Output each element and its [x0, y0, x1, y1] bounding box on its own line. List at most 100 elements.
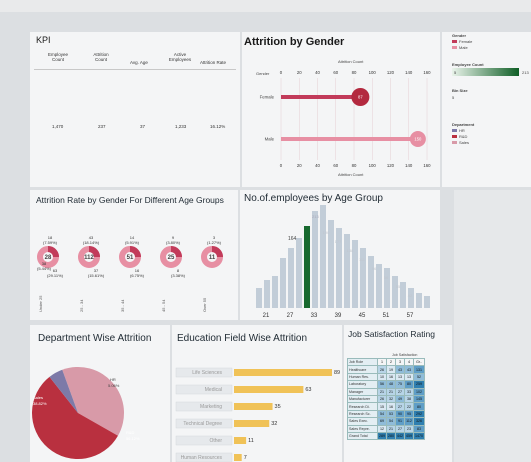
job-value-cell: 38 — [404, 394, 414, 404]
legend-sales-label: Sales — [459, 140, 470, 145]
job-value-cell: 289 — [377, 431, 387, 441]
job-role-cell: Human Res. — [347, 372, 378, 382]
gender-tick-bottom: 140 — [405, 163, 413, 168]
legend-male-label: Male — [459, 45, 468, 50]
gender-tick-top: 140 — [405, 70, 413, 75]
job-value-cell: 43 — [404, 365, 414, 374]
edu-bar — [234, 420, 270, 427]
emp-age-bar — [288, 248, 294, 308]
age-left-pct: (5.44%) — [37, 266, 52, 271]
kpi-header-employee-count: Employee Count — [47, 52, 68, 62]
emp-age-light-label: 190 — [323, 230, 330, 235]
job-value-cell: 54 — [377, 409, 387, 419]
gender-tick-bottom: 100 — [369, 163, 377, 168]
job-value-cell: 112 — [404, 417, 414, 426]
job-value-cell: 26 — [377, 365, 387, 374]
job-value-cell: 83 — [413, 424, 425, 433]
legend-rd-label: R&D — [459, 134, 468, 139]
emp-age-bar — [264, 280, 270, 308]
table-row: Research Sc. 54 53 90 95 292 — [347, 409, 425, 419]
job-value-cell: 27 — [395, 387, 405, 396]
emp-age-tick: 27 — [287, 313, 294, 319]
job-title: Job Satisfaction Rating — [348, 329, 435, 339]
emp-age-bar — [304, 226, 310, 308]
dept-pie-svg — [32, 367, 125, 459]
job-role-cell: Sales Repre. — [347, 424, 378, 433]
gender-tick-top: 60 — [333, 70, 338, 75]
job-role-cell: Research Di. — [347, 402, 378, 411]
emp-age-bar — [312, 211, 318, 308]
edu-field-label: Technical Degree — [183, 421, 222, 427]
edu-bar — [234, 437, 247, 444]
kpi-value-attrition-count: 237 — [98, 124, 106, 129]
kpi-value-employee-count: 1,470 — [52, 124, 64, 129]
dept-panel: Department Wise Attrition Sales 38.82% R… — [30, 325, 170, 462]
age-donut-center: 11 — [209, 255, 216, 261]
kpi-value-attrition-rate: 16.12% — [210, 124, 226, 129]
rd-swatch-icon — [452, 135, 457, 138]
edu-field-label: Other — [209, 438, 222, 444]
right-filler — [454, 190, 531, 462]
age-group-label: 25 - 34 — [79, 299, 84, 312]
edu-field-label: Medical — [205, 387, 222, 393]
gender-row-label: Female — [260, 95, 275, 100]
job-value-cell: 49 — [395, 394, 405, 404]
kpi-header-active-employees: Active Employees — [168, 52, 192, 62]
job-role-cell: Research Sc. — [347, 409, 378, 419]
legend-department-title: Department — [452, 122, 475, 127]
gender-tick-top: 120 — [387, 70, 395, 75]
job-role-cell: Grand Total — [347, 431, 378, 441]
job-value-cell: 80 — [404, 380, 414, 389]
emp-age-light-label: 56 — [384, 275, 389, 280]
top-bar — [0, 0, 531, 12]
edu-bar — [234, 369, 332, 376]
age-donut-center: 25 — [168, 255, 175, 261]
age-female-pct: (7.59%) — [43, 240, 58, 245]
emp-age-bar — [408, 288, 414, 308]
emp-age-light-label: 138 — [347, 248, 354, 253]
job-value-cell: 102 — [413, 387, 425, 396]
employee-count-gradient — [452, 68, 519, 76]
gender-tick-bottom: 0 — [280, 163, 283, 168]
gender-tick-bottom: 40 — [315, 163, 320, 168]
emp-age-peak-label: 213 — [312, 214, 319, 219]
job-table-header-row: Job Role 1 2 3 4 Gr.. — [347, 357, 425, 367]
emp-age-svg: 21 27 33 39 45 51 57 190 177 138 111 96 56 55 42 — [256, 205, 430, 319]
kpi-value-avg-age: 37 — [140, 124, 146, 129]
emp-age-tick: 21 — [263, 313, 270, 319]
emp-age-tick: 57 — [407, 313, 414, 319]
gender-axis-bottom-label: Attrition Count — [338, 172, 364, 177]
age-female-pct: (5.91%) — [125, 240, 140, 245]
gender-tick-top: 40 — [315, 70, 320, 75]
emp-age-bar — [320, 205, 326, 308]
gender-tick-bottom: 120 — [387, 163, 395, 168]
edu-bar-value: 32 — [271, 421, 277, 427]
job-value-cell: 80 — [413, 402, 425, 411]
age-group-label: 35 - 44 — [120, 299, 125, 312]
emp-age-bar — [280, 258, 286, 308]
table-row: Sales Repre. 12 21 27 23 83 — [347, 424, 425, 433]
job-value-cell: 43 — [395, 365, 405, 374]
legend-employee-min: 5 — [454, 70, 457, 75]
legend-dept-rd: R&D — [452, 134, 467, 139]
legend-bin-size-value: 5 — [452, 95, 455, 100]
dept-sales-pct: 38.82% — [33, 401, 47, 406]
legend-gender-title: Gender — [452, 33, 467, 38]
job-value-cell: 145 — [413, 394, 425, 404]
emp-age-tick: 51 — [383, 313, 390, 319]
age-donut-center: 112 — [84, 255, 94, 261]
table-row: Manufacturer 26 32 49 38 145 — [347, 394, 425, 404]
gender-bar — [281, 137, 418, 141]
job-header-col: 4 — [404, 357, 414, 367]
edu-field-label: Human Resources — [181, 455, 223, 461]
job-value-cell: 22 — [404, 402, 414, 411]
edu-field-label: Marketing — [200, 404, 222, 410]
edu-bar-value: 63 — [305, 387, 311, 393]
emp-age-value-label: 164 — [288, 236, 297, 242]
age-female-pct: (3.80%) — [166, 240, 181, 245]
emp-age-tick: 39 — [335, 313, 342, 319]
gender-bar — [281, 95, 361, 99]
job-value-cell: 48 — [386, 380, 396, 389]
kpi-header-attrition-rate: Attrition Rate — [200, 60, 227, 65]
emp-age-light-label: 55 — [396, 284, 401, 289]
